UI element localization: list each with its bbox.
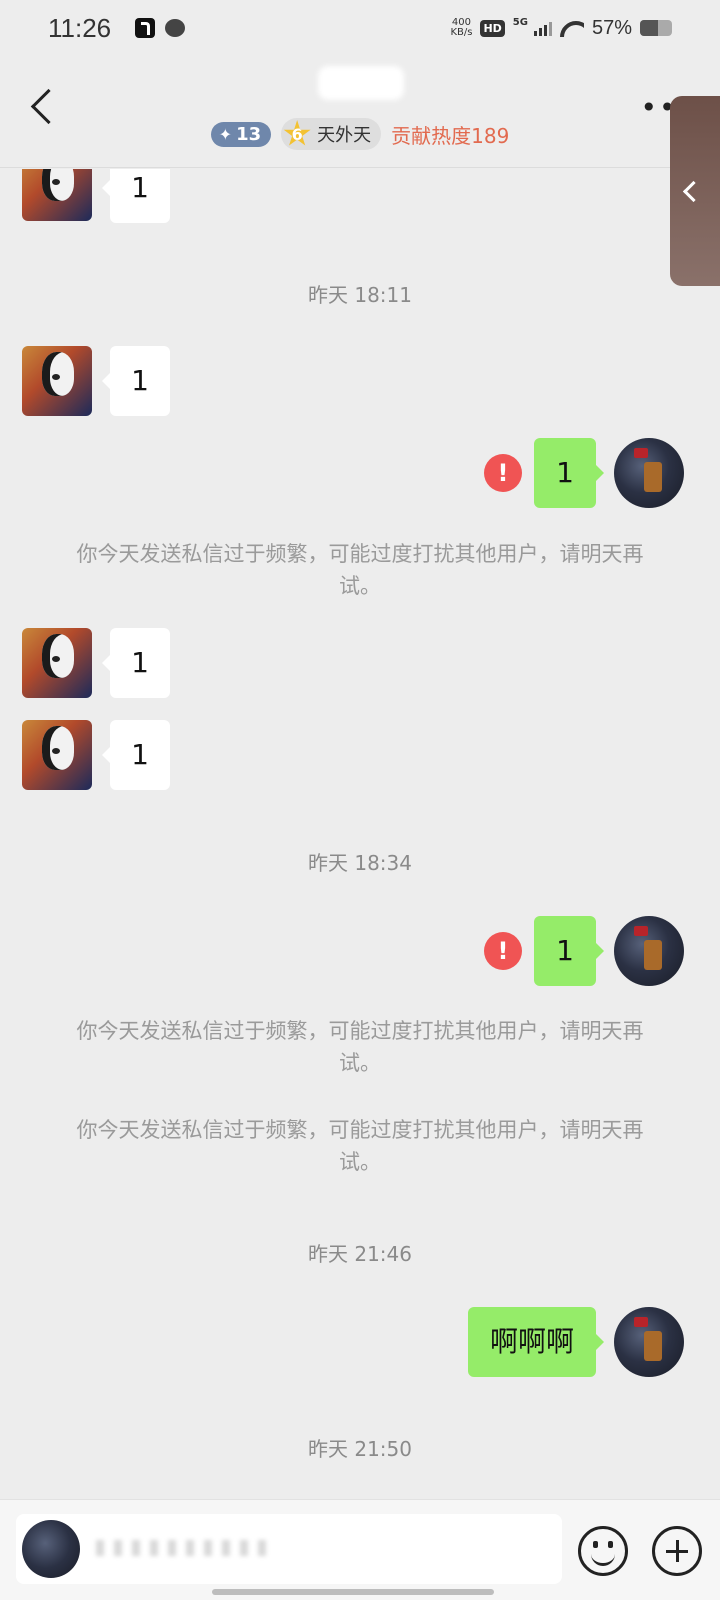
star-icon: 6 bbox=[283, 120, 311, 146]
error-icon[interactable]: ! bbox=[484, 454, 522, 492]
contact-name-redacted bbox=[318, 66, 404, 100]
message-input[interactable] bbox=[16, 1514, 562, 1584]
contact-avatar[interactable] bbox=[22, 720, 92, 790]
battery-icon bbox=[640, 20, 672, 36]
status-indicators: 400 KB/s HD 5G 57% bbox=[450, 17, 672, 40]
my-avatar[interactable] bbox=[614, 438, 684, 508]
error-icon[interactable]: ! bbox=[484, 932, 522, 970]
my-avatar[interactable] bbox=[614, 916, 684, 986]
outgoing-message[interactable]: 啊啊啊 bbox=[467, 1307, 605, 1377]
timestamp: 昨天 18:11 bbox=[308, 283, 412, 307]
incoming-message[interactable]: 1 bbox=[102, 169, 170, 223]
system-notice: 你今天发送私信过于频繁，可能过度打扰其他用户，请明天再试。 bbox=[76, 1118, 644, 1174]
network-speed-unit: KB/s bbox=[450, 27, 473, 38]
level-badge[interactable]: ✦ 13 bbox=[210, 121, 272, 147]
level-badge-value: 13 bbox=[236, 123, 262, 145]
wifi-icon bbox=[560, 19, 584, 37]
emoji-button[interactable] bbox=[578, 1526, 628, 1576]
tiktok-icon bbox=[135, 18, 156, 38]
status-time: 11:26 bbox=[48, 12, 112, 43]
incoming-message[interactable]: 1 bbox=[102, 720, 170, 790]
outgoing-message[interactable]: 1 bbox=[534, 916, 604, 986]
battery-percent: 57% bbox=[591, 16, 632, 39]
network-type: 5G bbox=[512, 16, 528, 28]
incoming-message[interactable]: 1 bbox=[102, 346, 170, 416]
contact-avatar[interactable] bbox=[22, 628, 92, 698]
my-avatar[interactable] bbox=[614, 1307, 684, 1377]
fan-group-badge[interactable]: 6 天外天 bbox=[281, 118, 382, 150]
fan-group-name: 天外天 bbox=[317, 125, 372, 146]
system-notice: 你今天发送私信过于频繁，可能过度打扰其他用户，请明天再试。 bbox=[76, 1019, 644, 1075]
sparkle-icon: ✦ bbox=[218, 124, 233, 144]
chat-header: ✦ 13 6 天外天 贡献热度189 ••• bbox=[0, 56, 720, 168]
input-avatar bbox=[22, 1520, 80, 1578]
contact-avatar[interactable] bbox=[22, 346, 92, 416]
home-indicator[interactable] bbox=[212, 1589, 494, 1595]
signal-icon bbox=[533, 20, 552, 36]
outgoing-message[interactable]: 1 bbox=[534, 438, 604, 508]
timestamp: 昨天 21:46 bbox=[308, 1242, 412, 1266]
hd-badge: HD bbox=[480, 19, 505, 37]
contact-avatar[interactable] bbox=[22, 169, 92, 221]
plus-button[interactable] bbox=[652, 1526, 702, 1576]
network-speed: 400 KB/s bbox=[450, 18, 472, 38]
input-bar bbox=[0, 1499, 720, 1600]
message-notification-icon bbox=[165, 19, 186, 37]
input-text-redacted bbox=[96, 1540, 266, 1556]
header-badges: ✦ 13 6 天外天 贡献热度189 bbox=[0, 118, 720, 150]
system-notice: 你今天发送私信过于频繁，可能过度打扰其他用户，请明天再试。 bbox=[76, 542, 644, 598]
status-bar: 11:26 400 KB/s HD 5G 57% bbox=[0, 0, 720, 56]
message-list[interactable]: 1 昨天 18:11 1 ! 1 你今天发送私信过于频繁，可能过度打扰其他用户，… bbox=[0, 169, 720, 1499]
contribution-heat[interactable]: 贡献热度189 bbox=[391, 120, 509, 149]
timestamp: 昨天 18:34 bbox=[308, 851, 412, 875]
incoming-message[interactable]: 1 bbox=[102, 628, 170, 698]
timestamp: 昨天 21:50 bbox=[308, 1437, 412, 1461]
